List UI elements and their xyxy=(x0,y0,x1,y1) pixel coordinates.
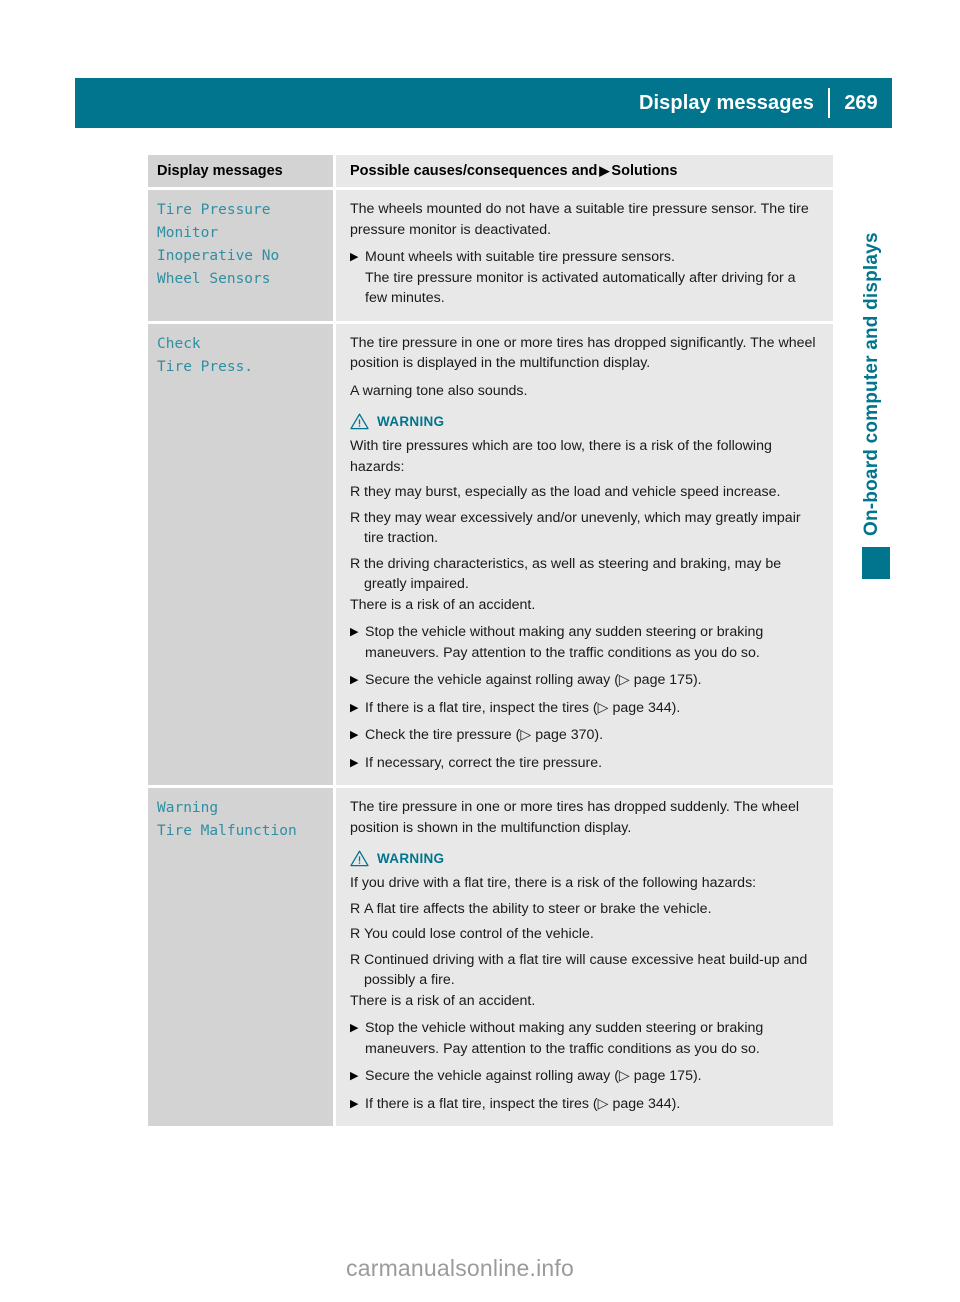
hazard-text: the driving characteristics, as well as … xyxy=(364,555,782,593)
warning-intro: With tire pressures which are too low, t… xyxy=(350,438,772,475)
hazard-text: Continued driving with a flat tire will … xyxy=(364,951,808,989)
bullet-icon: R xyxy=(350,509,361,526)
warning-outro: There is a risk of an accident. xyxy=(350,992,536,1009)
chapter-side-tab-label: On-board computer and displays xyxy=(861,232,882,536)
step-triangle-icon: ▶ xyxy=(350,251,359,263)
solutions-triangle-icon: ▶ xyxy=(599,162,610,178)
warning-heading: WARNING xyxy=(350,413,819,430)
step-text: Secure the vehicle against rolling away … xyxy=(365,672,702,688)
display-message-code: Warning Tire Malfunction xyxy=(157,800,297,839)
solution-step: ▶ Mount wheels with suitable tire pressu… xyxy=(350,247,819,309)
chapter-thumb-marker xyxy=(862,547,890,579)
hazard-text: they may burst, especially as the load a… xyxy=(364,484,781,500)
table-header-cell-causes: Possible causes/consequences and ▶ Solutio… xyxy=(336,155,833,187)
row-detail-cell: The wheels mounted do not have a suitabl… xyxy=(336,190,833,321)
warning-triangle-icon xyxy=(350,850,369,867)
solution-step: ▶ If there is a flat tire, inspect the t… xyxy=(350,1094,819,1115)
row-message-cell: Warning Tire Malfunction xyxy=(148,788,333,1126)
bullet-icon: R xyxy=(350,900,361,917)
bullet-icon: R xyxy=(350,951,361,968)
warning-label: WARNING xyxy=(377,414,445,429)
warning-label: WARNING xyxy=(377,851,445,866)
solution-step: ▶ Check the tire pressure (▷ page 370). xyxy=(350,725,819,746)
column-header-causes-prefix: Possible causes/consequences and xyxy=(350,163,598,179)
solution-step: ▶ Stop the vehicle without making any su… xyxy=(350,622,819,663)
display-message-code: Tire Pressure Monitor Inoperative No Whe… xyxy=(157,202,280,287)
step-text: Stop the vehicle without making any sudd… xyxy=(365,1020,764,1057)
step-triangle-icon: ▶ xyxy=(350,1022,359,1034)
hazard-bullet: R the driving characteristics, as well a… xyxy=(350,554,819,595)
page-title: Display messages xyxy=(638,91,814,114)
table-header-row: Display messages Possible causes/consequ… xyxy=(148,155,833,187)
row-message-cell: Check Tire Press. xyxy=(148,323,333,785)
table-row: Tire Pressure Monitor Inoperative No Whe… xyxy=(148,190,833,321)
table-row: Warning Tire Malfunction The tire pressu… xyxy=(148,788,833,1126)
chapter-side-tab: On-board computer and displays xyxy=(855,176,889,536)
paragraph: The tire pressure in one or more tires h… xyxy=(350,799,799,836)
step-triangle-icon: ▶ xyxy=(350,756,359,769)
warning-heading: WARNING xyxy=(350,850,819,867)
step-triangle-icon: ▶ xyxy=(350,626,359,638)
page-header-bar: Display messages 269 xyxy=(75,78,892,128)
step-text: Check the tire pressure (▷ page 370). xyxy=(365,727,604,743)
step-triangle-icon: ▶ xyxy=(350,674,359,686)
step-text: If there is a flat tire, inspect the tir… xyxy=(365,1095,681,1112)
hazard-bullet: R A flat tire affects the ability to ste… xyxy=(350,899,819,920)
step-text: If there is a flat tire, inspect the tir… xyxy=(365,699,681,716)
row-detail-cell: The tire pressure in one or more tires h… xyxy=(336,788,833,1126)
hazard-text: A flat tire affects the ability to steer… xyxy=(364,900,712,917)
row-message-cell: Tire Pressure Monitor Inoperative No Whe… xyxy=(148,190,333,321)
step-subtext: The tire pressure monitor is activated a… xyxy=(365,269,796,307)
step-triangle-icon: ▶ xyxy=(350,1097,359,1110)
solution-step: ▶ Stop the vehicle without making any su… xyxy=(350,1018,819,1059)
step-triangle-icon: ▶ xyxy=(350,729,359,741)
site-watermark: carmanualsonline.info xyxy=(346,1255,574,1281)
step-text: Secure the vehicle against rolling away … xyxy=(365,1068,702,1084)
hazard-bullet: R You could lose control of the vehicle. xyxy=(350,924,819,945)
hazard-text: You could lose control of the vehicle. xyxy=(364,926,594,942)
page-number: 269 xyxy=(844,91,878,114)
step-text: If necessary, correct the tire pressure. xyxy=(365,754,603,771)
warning-outro: There is a risk of an accident. xyxy=(350,596,536,613)
display-message-code: Check Tire Press. xyxy=(157,335,254,375)
step-text: Mount wheels with suitable tire pressure… xyxy=(365,249,675,265)
solution-step: ▶ Secure the vehicle against rolling awa… xyxy=(350,1066,819,1087)
solution-step: ▶ If there is a flat tire, inspect the t… xyxy=(350,698,819,719)
table-row: Check Tire Press. The tire pressure in o… xyxy=(148,323,833,785)
hazard-text: they may wear excessively and/or unevenl… xyxy=(364,509,801,547)
solution-step: ▶ Secure the vehicle against rolling awa… xyxy=(350,670,819,691)
table-header-cell-messages: Display messages xyxy=(148,155,333,187)
column-header-display-messages: Display messages xyxy=(157,163,283,179)
display-messages-table: Display messages Possible causes/consequ… xyxy=(148,155,833,1126)
step-triangle-icon: ▶ xyxy=(350,1070,359,1082)
paragraph: The tire pressure in one or more tires h… xyxy=(350,334,816,372)
paragraph: The wheels mounted do not have a suitabl… xyxy=(350,201,809,238)
warning-triangle-icon xyxy=(350,413,369,430)
step-text: Stop the vehicle without making any sudd… xyxy=(365,624,764,661)
hazard-bullet: R they may burst, especially as the load… xyxy=(350,482,819,503)
row-detail-cell: The tire pressure in one or more tires h… xyxy=(336,323,833,785)
step-triangle-icon: ▶ xyxy=(350,701,359,714)
bullet-icon: R xyxy=(350,484,361,500)
hazard-bullet: R they may wear excessively and/or uneve… xyxy=(350,508,819,549)
bullet-icon: R xyxy=(350,555,361,572)
solution-step: ▶ If necessary, correct the tire pressur… xyxy=(350,753,819,774)
paragraph: A warning tone also sounds. xyxy=(350,382,528,399)
column-header-causes-suffix: Solutions xyxy=(611,163,678,179)
bullet-icon: R xyxy=(350,926,361,942)
warning-intro: If you drive with a flat tire, there is … xyxy=(350,875,757,891)
hazard-bullet: R Continued driving with a flat tire wil… xyxy=(350,950,819,991)
